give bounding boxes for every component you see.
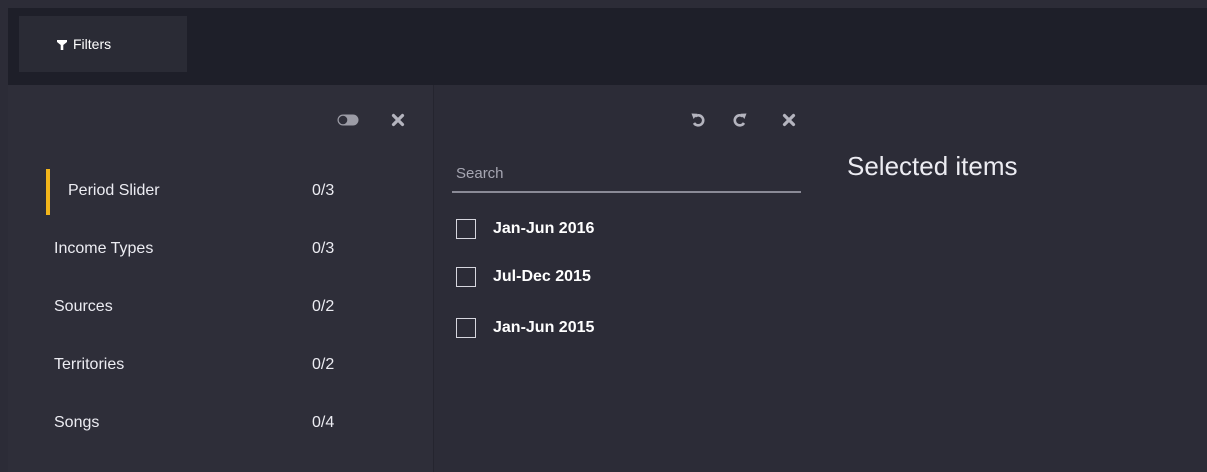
option-label: Jul-Dec 2015 bbox=[493, 268, 591, 285]
close-icon[interactable] bbox=[781, 112, 797, 128]
sidebar-item-label: Period Slider bbox=[68, 182, 160, 199]
checkbox[interactable] bbox=[456, 318, 476, 338]
sidebar-item-territories[interactable]: Territories 0/2 bbox=[8, 346, 434, 386]
selected-items-heading: Selected items bbox=[847, 151, 1018, 181]
sidebar-item-sources[interactable]: Sources 0/2 bbox=[8, 288, 434, 328]
search-field bbox=[452, 155, 801, 193]
sidebar-item-income-types[interactable]: Income Types 0/3 bbox=[8, 230, 434, 270]
option-item[interactable]: Jan-Jun 2015 bbox=[456, 317, 756, 341]
toggle-icon[interactable] bbox=[337, 114, 359, 126]
option-label: Jan-Jun 2016 bbox=[493, 220, 595, 237]
close-icon[interactable] bbox=[390, 112, 406, 128]
funnel-icon bbox=[57, 40, 67, 50]
active-indicator bbox=[46, 169, 50, 215]
sidebar-item-label: Income Types bbox=[54, 240, 154, 257]
option-item[interactable]: Jul-Dec 2015 bbox=[456, 266, 756, 290]
filter-options-panel: Jan-Jun 2016 Jul-Dec 2015 Jan-Jun 2015 bbox=[434, 85, 814, 472]
filters-tab-label: Filters bbox=[73, 36, 112, 52]
sidebar-item-label: Songs bbox=[54, 414, 100, 431]
redo-icon[interactable] bbox=[732, 112, 748, 128]
sidebar-item-count: 0/3 bbox=[312, 182, 335, 199]
sidebar-item-count: 0/2 bbox=[312, 356, 335, 373]
undo-icon[interactable] bbox=[690, 112, 706, 128]
sidebar-item-count: 0/4 bbox=[312, 414, 335, 431]
option-item[interactable]: Jan-Jun 2016 bbox=[456, 218, 756, 242]
sidebar-item-songs[interactable]: Songs 0/4 bbox=[8, 404, 434, 444]
sidebar-item-count: 0/3 bbox=[312, 240, 335, 257]
filter-category-panel: Period Slider 0/3 Income Types 0/3 Sourc… bbox=[8, 85, 434, 472]
checkbox[interactable] bbox=[456, 267, 476, 287]
sidebar-item-label: Sources bbox=[54, 298, 113, 315]
checkbox[interactable] bbox=[456, 219, 476, 239]
top-bar: Filters bbox=[8, 8, 1207, 85]
option-label: Jan-Jun 2015 bbox=[493, 319, 595, 336]
filters-tab[interactable]: Filters bbox=[19, 16, 187, 72]
sidebar-item-period-slider[interactable]: Period Slider 0/3 bbox=[8, 169, 434, 215]
sidebar-item-count: 0/2 bbox=[312, 298, 335, 315]
search-input[interactable] bbox=[452, 155, 801, 191]
sidebar-item-label: Territories bbox=[54, 356, 125, 373]
